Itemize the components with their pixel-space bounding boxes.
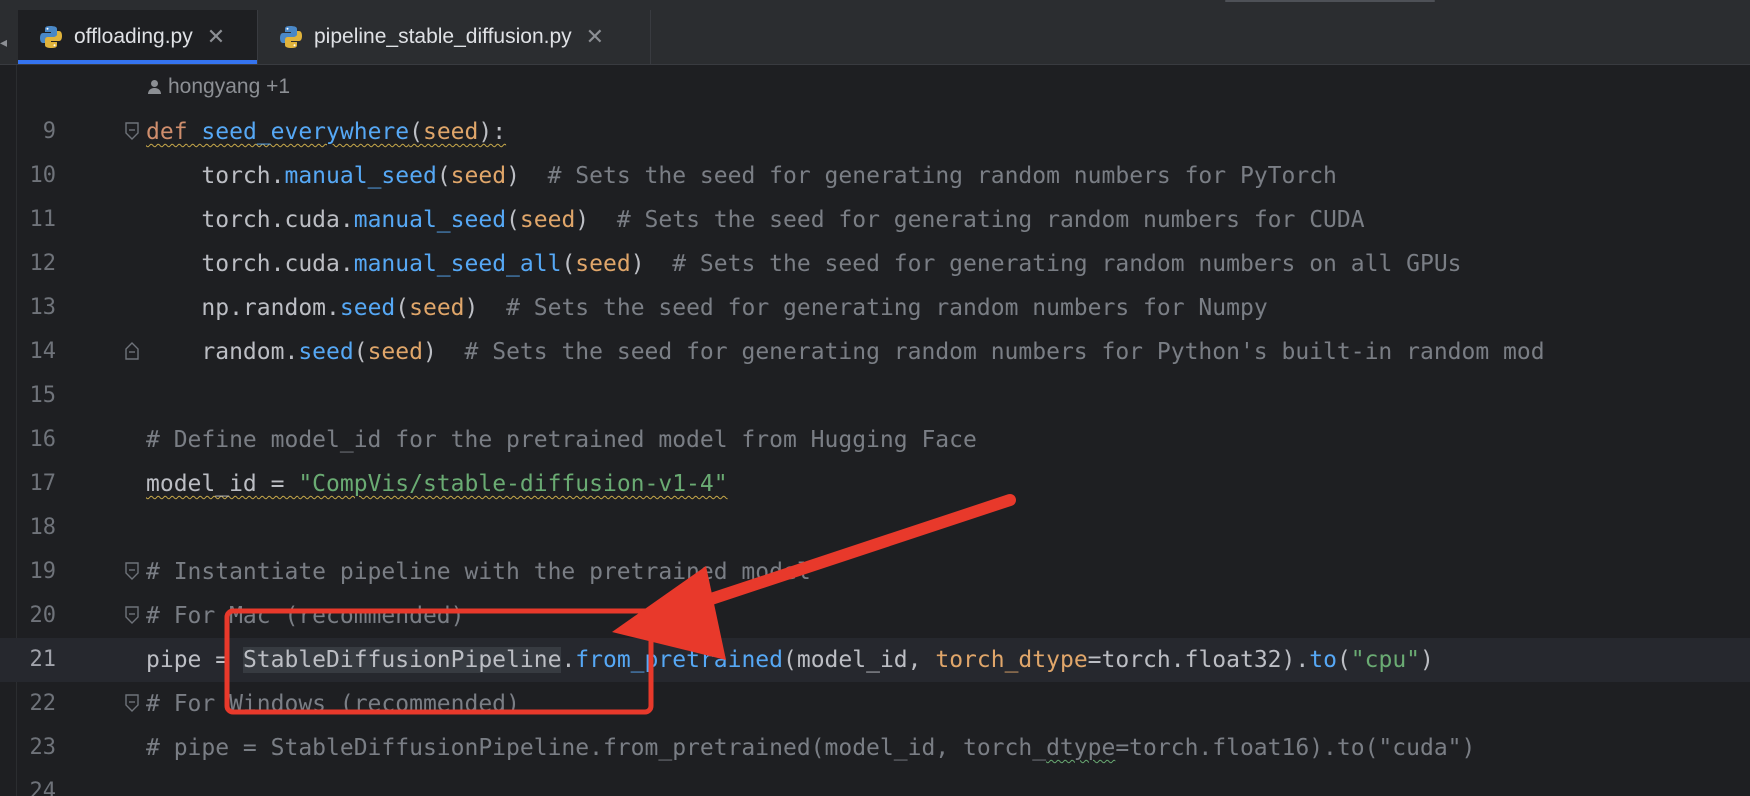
code-line: 15	[0, 374, 1750, 418]
code-line: 24	[0, 770, 1750, 796]
code-line: 19 # Instantiate pipeline with the pretr…	[0, 550, 1750, 594]
editor-tab-bar: ◂ offloading.py ✕ pipeline_stable_diffus…	[0, 10, 1750, 65]
line-number: 11	[29, 207, 57, 232]
line-number: 19	[29, 559, 57, 584]
code-text: pipe = StableDiffusionPipeline.from_pret…	[146, 647, 1434, 673]
code-line: 13 np.random.seed(seed) # Sets the seed …	[0, 286, 1750, 330]
line-number: 20	[29, 603, 57, 628]
fold-open-icon[interactable]	[124, 606, 140, 624]
line-number: 22	[29, 691, 57, 716]
code-line: 9 def seed_everywhere(seed):	[0, 110, 1750, 154]
code-text: # Instantiate pipeline with the pretrain…	[146, 559, 811, 585]
code-line: 10 torch.manual_seed(seed) # Sets the se…	[0, 154, 1750, 198]
code-line: 18	[0, 506, 1750, 550]
line-number: 23	[29, 735, 57, 760]
code-text: def seed_everywhere(seed):	[146, 119, 507, 145]
fold-open-icon[interactable]	[124, 562, 140, 580]
code-editor[interactable]: hongyang +1 9 def seed_everywhere(seed):…	[0, 65, 1750, 796]
search-pill[interactable]	[1225, 0, 1435, 2]
close-tab-icon[interactable]: ✕	[586, 24, 604, 50]
person-icon	[148, 80, 161, 94]
code-text: model_id = "CompVis/stable-diffusion-v1-…	[146, 471, 728, 497]
code-text: torch.cuda.manual_seed_all(seed) # Sets …	[201, 251, 1462, 277]
fold-end-icon[interactable]	[124, 342, 140, 360]
code-line: 14 random.seed(seed) # Sets the seed for…	[0, 330, 1750, 374]
line-number: 15	[29, 383, 57, 408]
highlighted-identifier: StableDiffusionPipeline	[242, 647, 562, 673]
author-label: hongyang +1	[168, 75, 291, 98]
tab-label: offloading.py	[74, 25, 193, 48]
code-line: 20 # For Mac (recommended)	[0, 594, 1750, 638]
code-text: np.random.seed(seed) # Sets the seed for…	[201, 295, 1268, 321]
tab-pipeline-stable-diffusion[interactable]: pipeline_stable_diffusion.py ✕	[258, 10, 651, 64]
line-number: 24	[29, 779, 57, 796]
code-text: # pipe = StableDiffusionPipeline.from_pr…	[146, 735, 1476, 761]
code-text: random.seed(seed) # Sets the seed for ge…	[201, 339, 1545, 365]
python-file-icon	[278, 24, 304, 50]
fold-open-icon[interactable]	[124, 122, 140, 140]
line-number: 21	[29, 647, 57, 672]
close-tab-icon[interactable]: ✕	[207, 24, 225, 50]
tab-label: pipeline_stable_diffusion.py	[314, 25, 572, 48]
code-line: 22 # For Windows (recommended)	[0, 682, 1750, 726]
code-text: torch.cuda.manual_seed(seed) # Sets the …	[201, 207, 1365, 233]
fold-open-icon[interactable]	[124, 694, 140, 712]
line-number: 17	[29, 471, 57, 496]
tab-offloading[interactable]: offloading.py ✕	[18, 10, 258, 64]
line-number: 9	[42, 119, 56, 144]
code-text: # Define model_id for the pretrained mod…	[146, 427, 977, 453]
code-line-current: 21 pipe = StableDiffusionPipeline.from_p…	[0, 638, 1750, 682]
code-line: 17 model_id = "CompVis/stable-diffusion-…	[0, 462, 1750, 506]
code-line: 16 # Define model_id for the pretrained …	[0, 418, 1750, 462]
code-vision-author-hint[interactable]: hongyang +1	[148, 75, 290, 99]
code-line: 11 torch.cuda.manual_seed(seed) # Sets t…	[0, 198, 1750, 242]
line-number: 14	[29, 339, 57, 364]
python-file-icon	[38, 24, 64, 50]
code-text: torch.manual_seed(seed) # Sets the seed …	[201, 163, 1337, 189]
line-number: 12	[29, 251, 57, 276]
code-text: # For Mac (recommended)	[146, 603, 465, 629]
scroll-tabs-left-icon[interactable]: ◂	[0, 34, 7, 51]
code-line: 12 torch.cuda.manual_seed_all(seed) # Se…	[0, 242, 1750, 286]
code-line: 23 # pipe = StableDiffusionPipeline.from…	[0, 726, 1750, 770]
line-number: 16	[29, 427, 57, 452]
line-number: 18	[29, 515, 57, 540]
line-number: 13	[29, 295, 57, 320]
code-text: # For Windows (recommended)	[146, 691, 520, 717]
line-number: 10	[29, 163, 57, 188]
